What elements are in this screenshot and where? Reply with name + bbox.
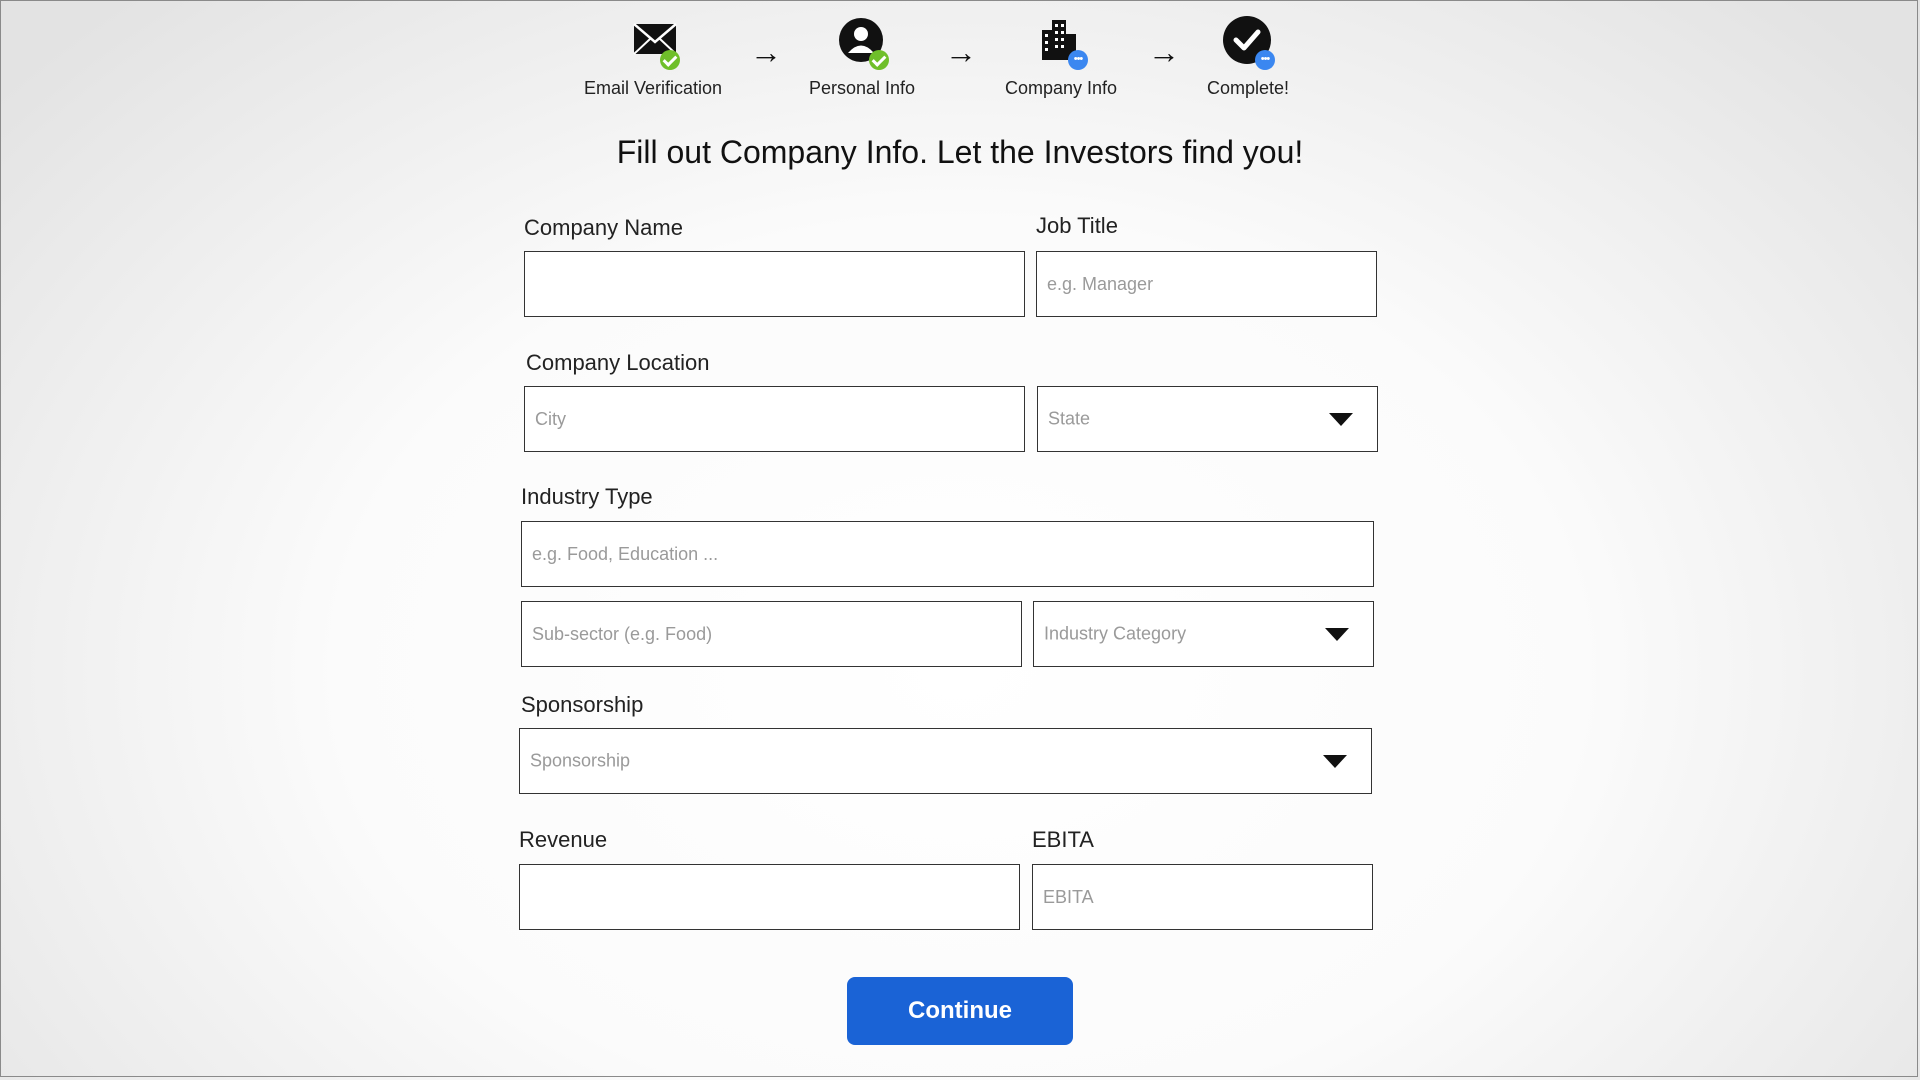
step-company-info: Company Info bbox=[971, 14, 1151, 99]
step-label: Personal Info bbox=[808, 78, 916, 98]
industry-type-input[interactable] bbox=[521, 521, 1374, 587]
pending-badge-icon bbox=[1068, 50, 1088, 70]
step-email-verification: Email Verification bbox=[563, 14, 743, 99]
state-dropdown-placeholder: State bbox=[1048, 408, 1091, 429]
industry-category-placeholder: Industry Category bbox=[1044, 623, 1187, 644]
sponsorship-dropdown[interactable]: Sponsorship bbox=[519, 728, 1372, 794]
job-title-input[interactable] bbox=[1036, 251, 1377, 317]
checkmark-circle-icon bbox=[1217, 14, 1279, 70]
chevron-down-icon bbox=[1325, 628, 1349, 641]
continue-button[interactable]: Continue bbox=[847, 977, 1073, 1045]
ebita-input[interactable] bbox=[1032, 864, 1373, 930]
revenue-input[interactable] bbox=[519, 864, 1020, 930]
checkmark-badge-icon bbox=[660, 50, 680, 70]
page-title: Fill out Company Info. Let the Investors… bbox=[616, 134, 1304, 170]
sponsorship-label: Sponsorship bbox=[521, 692, 644, 717]
pending-badge-icon bbox=[1255, 50, 1275, 70]
step-complete: Complete! bbox=[1158, 14, 1338, 99]
company-location-label: Company Location bbox=[526, 350, 710, 375]
ebita-label: EBITA bbox=[1032, 827, 1094, 852]
company-name-label: Company Name bbox=[524, 215, 683, 240]
step-personal-info: Personal Info bbox=[772, 14, 952, 99]
chevron-down-icon bbox=[1329, 413, 1353, 426]
step-label: Complete! bbox=[1206, 78, 1290, 98]
company-name-input[interactable] bbox=[524, 251, 1025, 317]
job-title-label: Job Title bbox=[1036, 213, 1118, 238]
city-input[interactable] bbox=[524, 386, 1025, 452]
building-icon bbox=[1030, 14, 1092, 70]
step-label: Email Verification bbox=[583, 78, 723, 98]
step-label: Company Info bbox=[1004, 78, 1118, 98]
industry-type-label: Industry Type bbox=[521, 484, 653, 509]
industry-category-dropdown[interactable]: Industry Category bbox=[1033, 601, 1374, 667]
sponsorship-placeholder: Sponsorship bbox=[530, 750, 631, 771]
chevron-down-icon bbox=[1323, 755, 1347, 768]
state-dropdown[interactable]: State bbox=[1037, 386, 1378, 452]
envelope-icon bbox=[622, 14, 684, 70]
person-icon bbox=[831, 14, 893, 70]
sub-sector-input[interactable] bbox=[521, 601, 1022, 667]
revenue-label: Revenue bbox=[519, 827, 608, 852]
checkmark-badge-icon bbox=[869, 50, 889, 70]
